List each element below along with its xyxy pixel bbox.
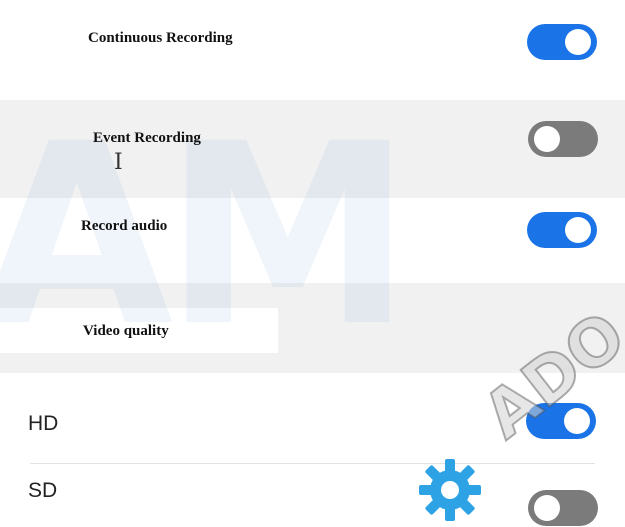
- event-recording-label: Event Recording: [93, 130, 201, 146]
- sd-toggle[interactable]: [528, 490, 598, 526]
- record-audio-label: Record audio: [81, 218, 168, 234]
- continuous-recording-row: Continuous Recording: [0, 0, 625, 100]
- toggle-knob: [534, 126, 560, 152]
- event-recording-toggle[interactable]: [528, 121, 598, 157]
- quality-option-label: SD: [28, 479, 58, 502]
- toggle-knob: [534, 495, 560, 521]
- quality-option-sd[interactable]: SD: [0, 464, 625, 527]
- continuous-recording-toggle[interactable]: [527, 24, 597, 60]
- toggle-knob: [565, 217, 591, 243]
- gear-icon: [419, 459, 481, 521]
- hd-toggle[interactable]: [526, 403, 596, 439]
- quality-option-label: HD: [28, 412, 59, 435]
- quality-option-hd[interactable]: HD: [0, 375, 625, 463]
- video-quality-heading: Video quality: [83, 323, 169, 339]
- record-audio-row: Record audio: [0, 198, 625, 283]
- toggle-knob: [564, 408, 590, 434]
- event-recording-row: Event Recording: [0, 100, 625, 198]
- continuous-recording-label: Continuous Recording: [88, 30, 233, 46]
- toggle-knob: [565, 29, 591, 55]
- text-cursor-icon: I: [114, 150, 123, 175]
- record-audio-toggle[interactable]: [527, 212, 597, 248]
